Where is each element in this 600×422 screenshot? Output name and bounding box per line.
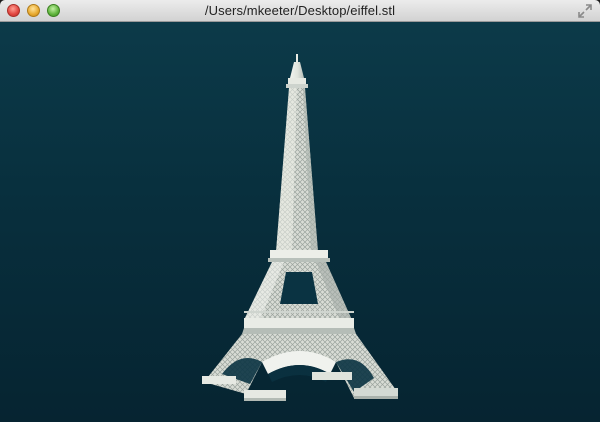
app-window: /Users/mkeeter/Desktop/eiffel.stl (0, 0, 600, 422)
fullscreen-icon[interactable] (577, 3, 593, 19)
title-bar[interactable]: /Users/mkeeter/Desktop/eiffel.stl (0, 0, 600, 22)
window-title: /Users/mkeeter/Desktop/eiffel.stl (204, 3, 396, 18)
eiffel-tower-model (202, 54, 398, 401)
3d-viewport[interactable] (0, 22, 600, 422)
